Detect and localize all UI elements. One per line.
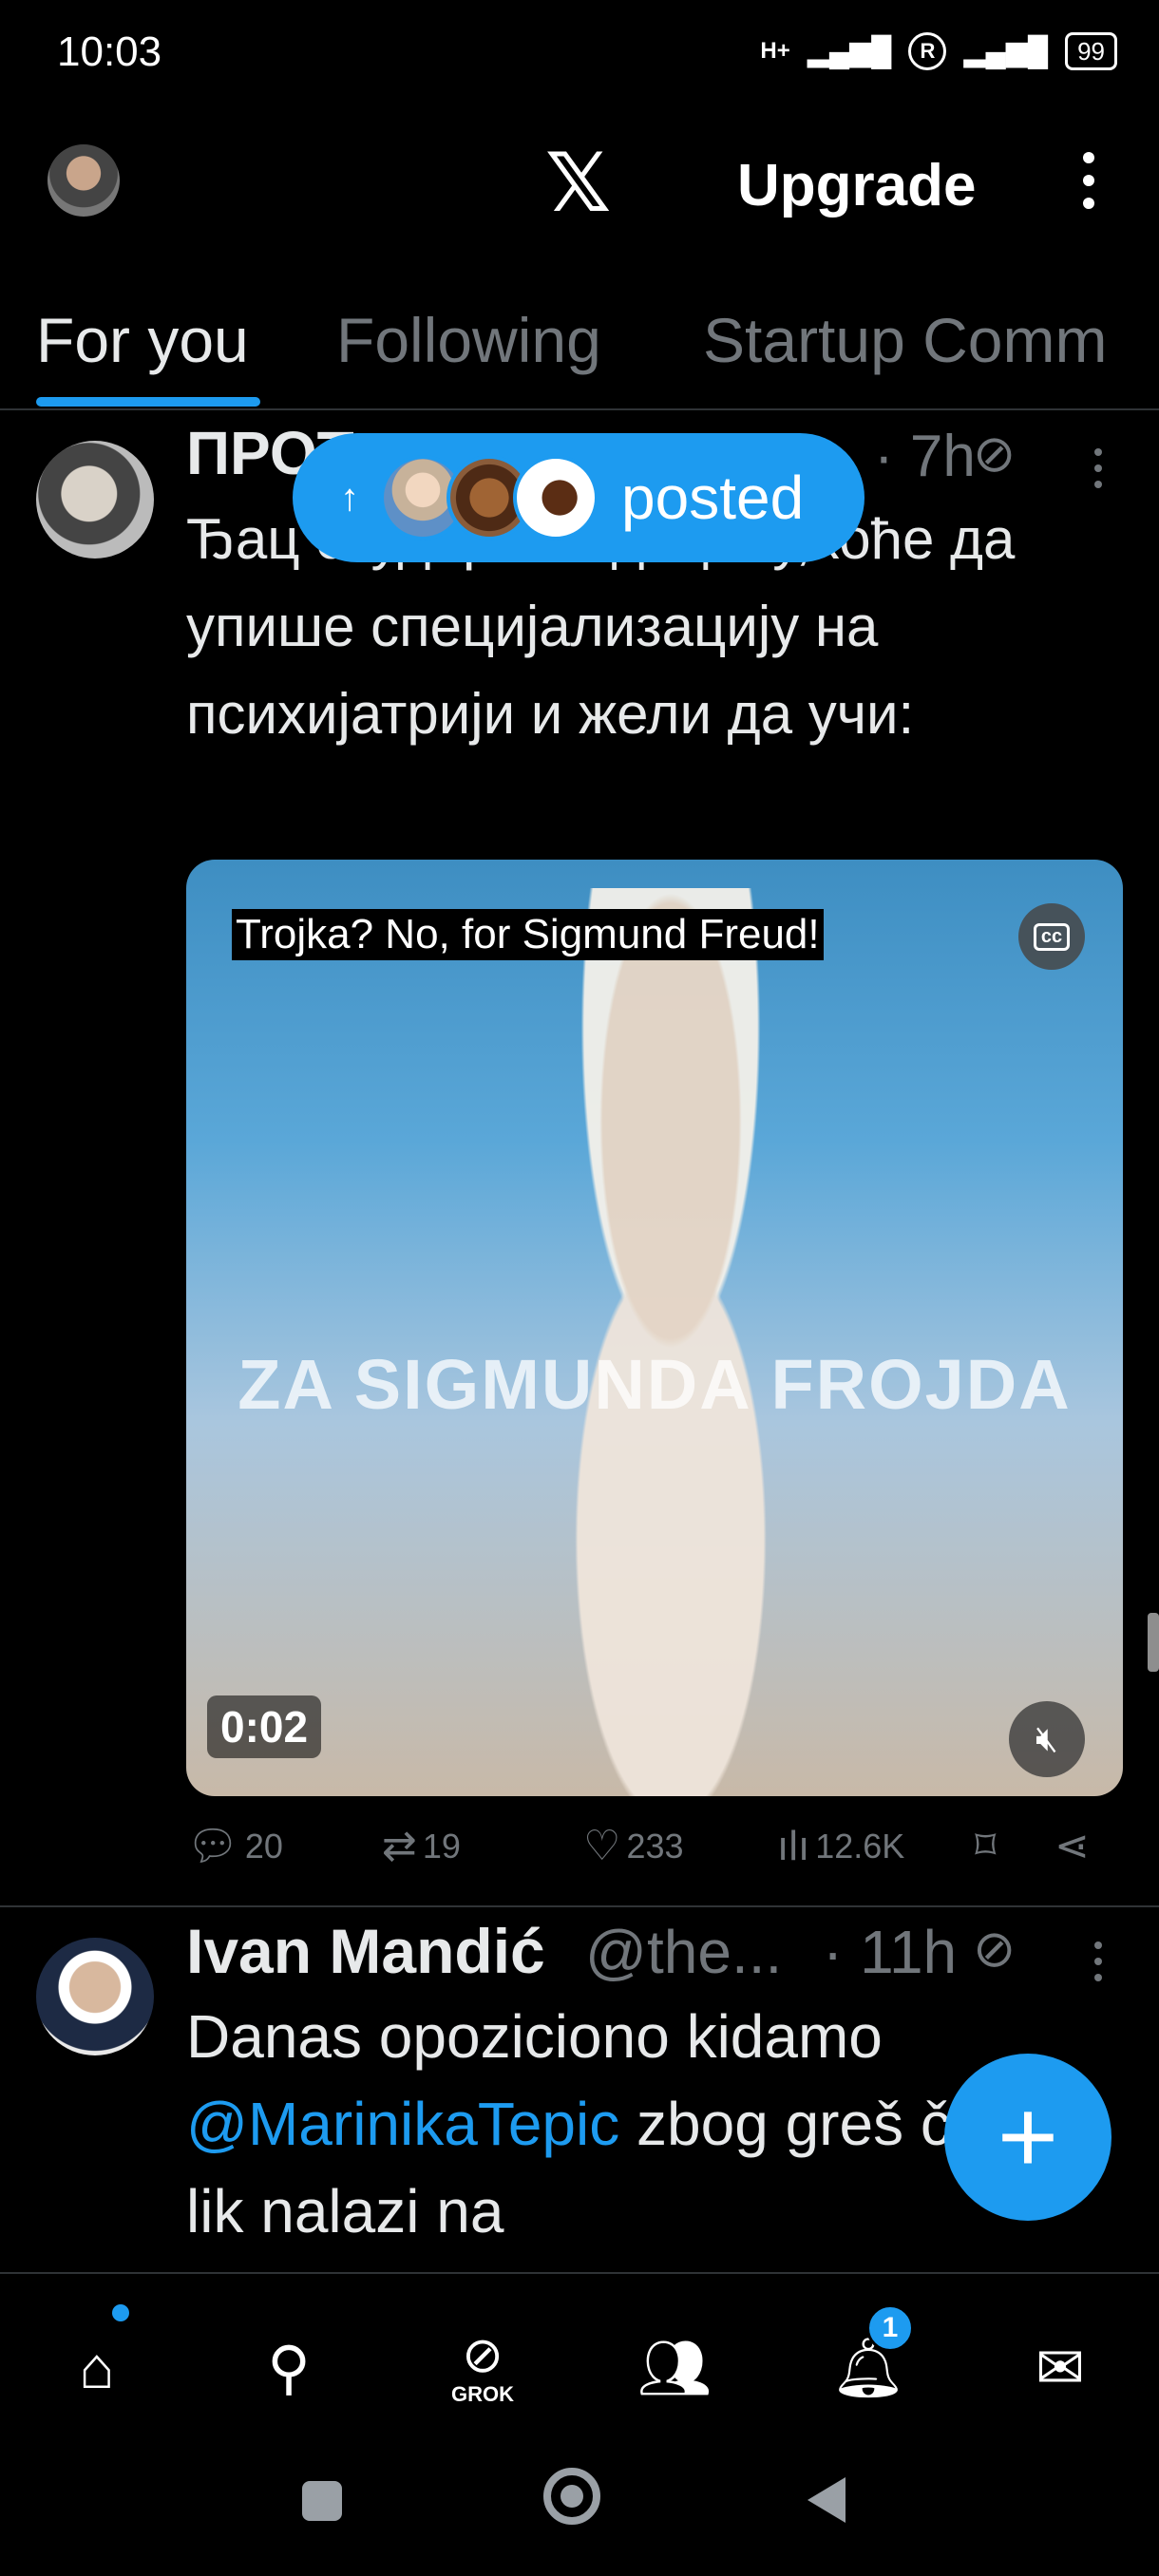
- like-button[interactable]: ♡ 233: [583, 1826, 684, 1867]
- profile-avatar[interactable]: [48, 144, 120, 217]
- signal-icon-2: ▂▄▆█: [963, 35, 1049, 67]
- view-count: 12.6K: [815, 1827, 905, 1866]
- tweet2-timestamp: · 11h: [823, 1918, 958, 1986]
- system-back-button[interactable]: [808, 2477, 846, 2523]
- reply-icon: 💬︎: [186, 1823, 239, 1869]
- tab-following[interactable]: Following: [336, 304, 601, 376]
- bookmark-icon: ⌑: [975, 1823, 997, 1869]
- grok-icon[interactable]: ⊘: [973, 1919, 1016, 1979]
- repost-count: 19: [422, 1827, 461, 1866]
- tab-startup-comm[interactable]: Startup Comm: [703, 304, 1107, 376]
- system-home-button[interactable]: [543, 2468, 600, 2525]
- tab-for-you[interactable]: For you: [36, 304, 249, 376]
- mute-button[interactable]: 🔇︎: [1009, 1701, 1085, 1777]
- system-icons: H+ ▂▄▆█ R ▂▄▆█ 99: [760, 32, 1117, 70]
- home-unread-dot: [112, 2304, 129, 2321]
- nav-home[interactable]: ⌂: [49, 2321, 144, 2416]
- tweet2-author-name[interactable]: Ivan Mandić: [186, 1915, 545, 1987]
- battery-icon: 99: [1065, 32, 1117, 70]
- arrow-up-icon: ↑: [340, 476, 359, 519]
- tweet1-avatar[interactable]: [36, 441, 154, 559]
- network-type-icon: H+: [760, 38, 790, 64]
- compose-button[interactable]: +: [944, 2054, 1112, 2221]
- registered-icon: R: [908, 32, 947, 70]
- status-clock: 10:03: [57, 28, 162, 75]
- bottom-navigation: ⌂ ⚲ ⊘ GROK 👥︎ 🔔︎ 1 ✉: [0, 2272, 1159, 2435]
- tweet1-more-icon[interactable]: [1094, 448, 1102, 488]
- nav-messages[interactable]: ✉: [1013, 2321, 1108, 2416]
- tweet1-timestamp: · 7h: [874, 424, 976, 489]
- video-frame: [452, 888, 889, 1796]
- home-icon: ⌂: [79, 2336, 115, 2401]
- status-bar: 10:03 H+ ▂▄▆█ R ▂▄▆█ 99: [0, 0, 1159, 114]
- search-icon: ⚲: [267, 2336, 311, 2401]
- more-options-icon[interactable]: [1083, 152, 1098, 209]
- new-posts-label: posted: [621, 464, 805, 532]
- communities-icon: 👥︎: [636, 2336, 712, 2401]
- heart-icon: ♡: [583, 1823, 621, 1869]
- views-icon: ılı: [777, 1823, 810, 1869]
- repost-icon: ⇄: [382, 1823, 417, 1869]
- timeline-tabs: For you Following Startup Comm: [0, 285, 1159, 410]
- plus-icon: +: [997, 2078, 1059, 2195]
- reply-count: 20: [244, 1827, 283, 1866]
- tweet-divider: [0, 1905, 1159, 1907]
- tweet2-avatar[interactable]: [36, 1938, 154, 2055]
- tweet1-video[interactable]: ZA SIGMUNDA FROJDA Trojka? No, for Sigmu…: [186, 860, 1123, 1796]
- pill-avatar: [513, 455, 598, 540]
- x-logo-icon[interactable]: 𝕏: [545, 142, 611, 224]
- upgrade-button[interactable]: Upgrade: [737, 152, 976, 219]
- speaker-muted-icon: 🔇︎: [1036, 1718, 1058, 1759]
- share-icon: ⋖: [1054, 1823, 1090, 1869]
- repost-button[interactable]: ⇄ 19: [382, 1826, 461, 1867]
- mail-icon: ✉: [1036, 2336, 1085, 2401]
- video-overlay-text: ZA SIGMUNDA FROJDA: [238, 1345, 1072, 1424]
- scrollbar-thumb[interactable]: [1148, 1613, 1159, 1672]
- nav-communities[interactable]: 👥︎: [627, 2321, 722, 2416]
- grok-icon: ⊘: [462, 2328, 504, 2383]
- signal-icon: ▂▄▆█: [807, 35, 892, 67]
- closed-captions-button[interactable]: cc: [1018, 903, 1085, 970]
- tweet2-handle[interactable]: @the...: [585, 1917, 782, 1987]
- nav-grok[interactable]: ⊘ GROK: [435, 2321, 530, 2416]
- active-tab-indicator: [36, 397, 260, 407]
- tweet2-more-icon[interactable]: [1094, 1941, 1102, 1981]
- mention-link[interactable]: @MarinikaTepic: [186, 2090, 619, 2158]
- system-navigation-bar: [0, 2434, 1159, 2576]
- new-posts-pill[interactable]: ↑ posted: [293, 433, 864, 562]
- grok-icon[interactable]: ⊘: [973, 424, 1016, 483]
- video-duration: 0:02: [207, 1695, 322, 1758]
- like-count: 233: [626, 1827, 684, 1866]
- views-button[interactable]: ılı 12.6K: [777, 1826, 904, 1867]
- video-caption: Trojka? No, for Sigmund Freud!: [232, 909, 824, 960]
- cc-icon: cc: [1033, 922, 1071, 951]
- share-button[interactable]: ⋖: [1054, 1826, 1090, 1867]
- reply-button[interactable]: 💬︎ 20: [186, 1826, 283, 1867]
- notifications-badge: 1: [866, 2304, 914, 2352]
- grok-label: GROK: [451, 2382, 514, 2406]
- nav-search[interactable]: ⚲: [241, 2321, 336, 2416]
- bookmark-button[interactable]: ⌑: [975, 1826, 997, 1867]
- tweet2-text-start: Danas opoziciono kidamo: [186, 2002, 883, 2071]
- recent-apps-button[interactable]: [302, 2481, 342, 2521]
